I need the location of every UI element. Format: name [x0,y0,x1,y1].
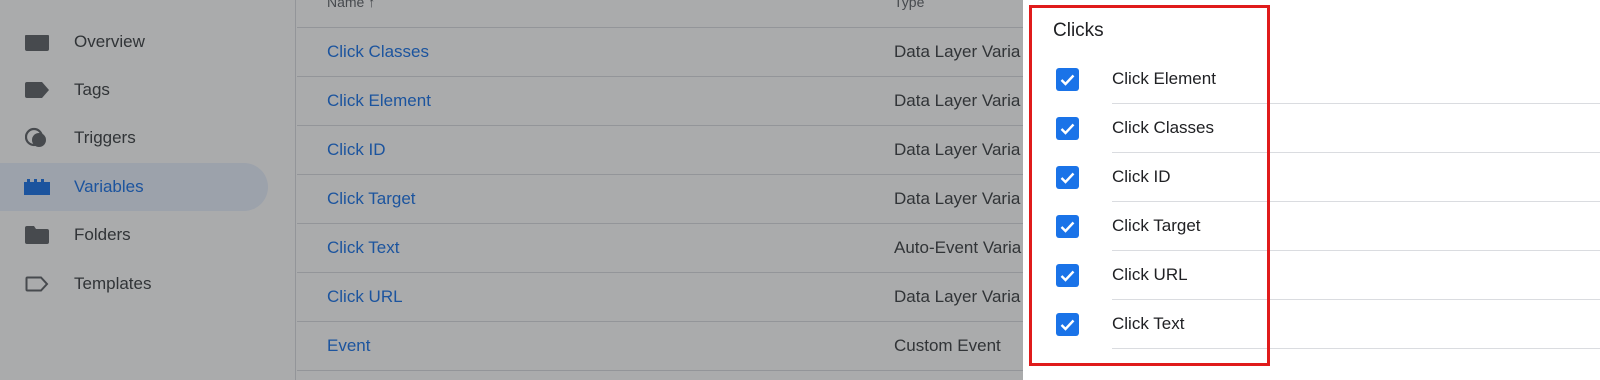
highlight-box [1029,5,1270,366]
modal-scrim[interactable] [0,0,1024,380]
